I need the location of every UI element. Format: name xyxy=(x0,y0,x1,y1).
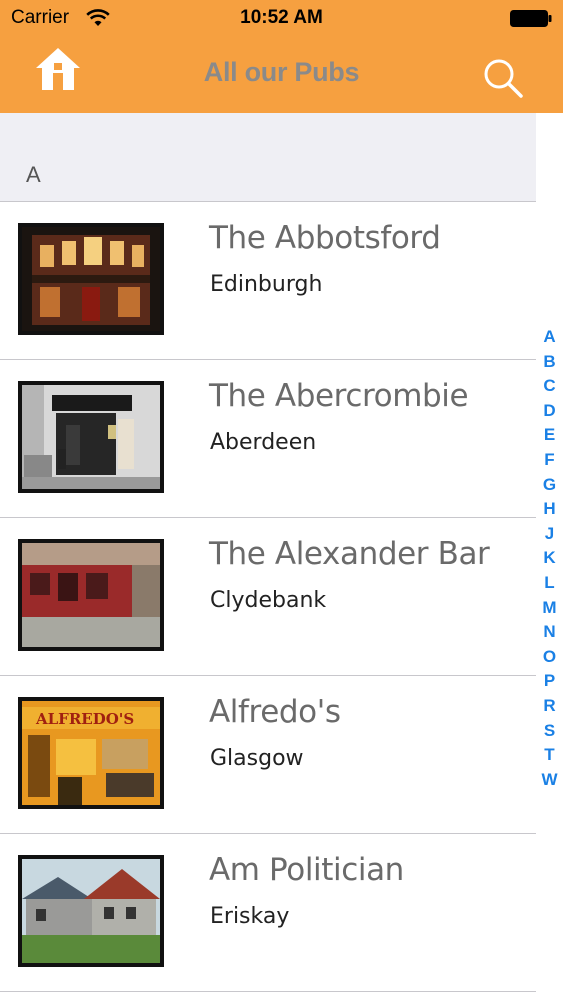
pub-city: Clydebank xyxy=(210,588,327,613)
pub-list: The Abbotsford Edinburgh The Abercrombie… xyxy=(0,202,536,992)
index-letter[interactable]: D xyxy=(536,399,563,424)
list-item[interactable]: The Abercrombie Aberdeen xyxy=(0,360,536,518)
list-item[interactable]: ALFREDO'S Alfredo's Glasgow xyxy=(0,676,536,834)
list-item[interactable]: The Abbotsford Edinburgh xyxy=(0,202,536,360)
index-letter[interactable]: G xyxy=(536,473,563,498)
search-icon[interactable] xyxy=(482,57,524,99)
page-title: All our Pubs xyxy=(203,57,360,87)
index-letter[interactable]: S xyxy=(536,719,563,744)
list-item[interactable]: The Alexander Bar Clydebank xyxy=(0,518,536,676)
pub-city: Eriskay xyxy=(210,904,290,929)
pub-thumbnail xyxy=(18,223,164,335)
index-letter[interactable]: M xyxy=(536,596,563,621)
pub-thumbnail: ALFREDO'S xyxy=(18,697,164,809)
pub-name: The Abercrombie xyxy=(209,378,469,414)
section-letter: A xyxy=(26,162,41,187)
index-letter[interactable]: O xyxy=(536,645,563,670)
index-letter[interactable]: C xyxy=(536,374,563,399)
index-letter[interactable]: T xyxy=(536,743,563,768)
pub-name: Alfredo's xyxy=(209,694,341,730)
pub-thumbnail xyxy=(18,539,164,651)
index-letter[interactable]: J xyxy=(536,522,563,547)
index-letter[interactable]: K xyxy=(536,546,563,571)
pub-city: Glasgow xyxy=(210,746,304,771)
pub-name: The Alexander Bar xyxy=(209,536,490,572)
index-letter[interactable]: N xyxy=(536,620,563,645)
pub-name: The Abbotsford xyxy=(209,220,441,256)
pub-city: Aberdeen xyxy=(210,430,317,455)
index-letter[interactable]: L xyxy=(536,571,563,596)
index-letter[interactable]: H xyxy=(536,497,563,522)
status-bar: Carrier 10:52 AM xyxy=(0,0,563,36)
pub-city: Edinburgh xyxy=(210,272,323,297)
status-time: 10:52 AM xyxy=(240,7,323,28)
pub-name: Am Politician xyxy=(209,852,404,888)
index-letter[interactable]: P xyxy=(536,669,563,694)
index-letter[interactable]: F xyxy=(536,448,563,473)
svg-text:ALFREDO'S: ALFREDO'S xyxy=(35,710,134,728)
pub-thumbnail xyxy=(18,381,164,493)
index-letter[interactable]: E xyxy=(536,423,563,448)
pub-thumbnail xyxy=(18,855,164,967)
list-item[interactable]: Am Politician Eriskay xyxy=(0,834,536,992)
battery-icon xyxy=(510,10,552,27)
index-letter[interactable]: B xyxy=(536,350,563,375)
navigation-bar: Carrier 10:52 AM All our Pubs xyxy=(0,0,563,113)
index-letter[interactable]: R xyxy=(536,694,563,719)
section-header: A xyxy=(0,113,536,202)
index-letter[interactable]: W xyxy=(536,768,563,793)
index-letter[interactable]: A xyxy=(536,325,563,350)
section-index[interactable]: A B C D E F G H J K L M N O P R S T W xyxy=(536,325,563,792)
